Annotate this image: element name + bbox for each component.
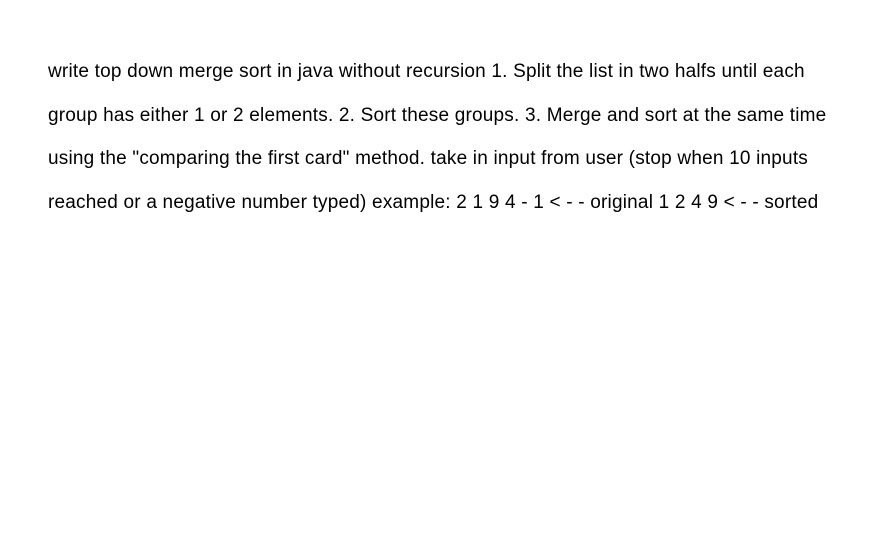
document-body-text: write top down merge sort in java withou…: [48, 50, 843, 225]
